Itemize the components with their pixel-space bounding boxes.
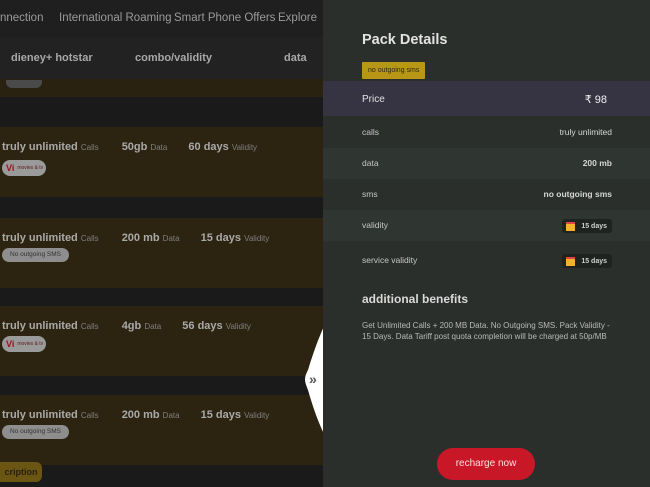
price-value: ₹ 98 [584, 94, 607, 106]
recharge-now-button[interactable]: recharge now [437, 448, 535, 480]
plan-summary: truly unlimited Calls 200 mb Data 15 day… [2, 232, 269, 244]
no-sms-badge: No outgoing SMS [2, 425, 69, 439]
validity-chip: 15 days [562, 219, 612, 233]
plan-list-backdrop: nnection International Roaming Smart Pho… [0, 0, 323, 487]
plan-calls: truly unlimited [2, 409, 78, 421]
plan-data: 50gb [121, 141, 148, 153]
nav-item-explore[interactable]: Explore [278, 12, 317, 24]
calendar-icon [566, 221, 576, 231]
detail-label: data [362, 158, 379, 168]
plan-calls: truly unlimited [2, 232, 78, 244]
calls-suffix: Calls [80, 322, 99, 331]
ott-badge-text: movies & tv [17, 164, 44, 171]
data-suffix: Data [144, 322, 162, 331]
detail-label: calls [362, 127, 380, 137]
calls-suffix: Calls [80, 411, 99, 420]
ott-badge: Vi movies & tv [2, 160, 46, 176]
plan-data: 4gb [121, 320, 142, 332]
data-suffix: Data [150, 143, 168, 152]
no-outgoing-sms-tag: no outgoing sms [362, 62, 426, 79]
plan-data: 200 mb [121, 232, 160, 244]
plan-summary: truly unlimited Calls 200 mb Data 15 day… [2, 409, 269, 421]
filter-tab-hotstar[interactable]: dieney+ hotstar [11, 52, 93, 64]
filter-tab-data[interactable]: data [284, 52, 307, 64]
detail-row-validity: validity 15 days [323, 210, 650, 241]
badge-partial [6, 80, 42, 88]
pack-details-panel: Pack Details no outgoing sms Price ₹ 98 … [323, 0, 650, 487]
plan-card[interactable]: truly unlimited Calls 4gb Data 56 days V… [0, 306, 323, 376]
calendar-icon [566, 256, 576, 266]
price-label: Price [362, 94, 385, 105]
plan-card[interactable]: truly unlimited Calls 200 mb Data 15 day… [0, 395, 323, 465]
vi-logo: Vi [6, 339, 15, 349]
plan-validity: 15 days [200, 409, 242, 421]
validity-suffix: Validity [225, 322, 251, 331]
no-sms-badge: No outgoing SMS [2, 248, 69, 262]
plan-summary: truly unlimited Calls 50gb Data 60 days … [2, 141, 257, 153]
chevron-right-icon[interactable]: » [309, 371, 317, 387]
filter-tab-combo-validity[interactable]: combo/validity [135, 52, 212, 64]
plan-validity: 15 days [200, 232, 242, 244]
data-suffix: Data [162, 234, 180, 243]
plan-data: 200 mb [121, 409, 160, 421]
validity-suffix: Validity [244, 411, 270, 420]
subscription-chip[interactable]: cription [0, 462, 42, 482]
plan-validity: 56 days [182, 320, 223, 332]
detail-value: 200 mb [582, 158, 612, 168]
additional-benefits-text: Get Unlimited Calls + 200 MB Data. No Ou… [362, 321, 610, 341]
calls-suffix: Calls [80, 234, 99, 243]
price-row: Price ₹ 98 [323, 81, 650, 116]
plan-validity: 60 days [188, 141, 229, 153]
plan-card[interactable]: truly unlimited Calls 200 mb Data 15 day… [0, 218, 323, 288]
nav-item-smart-phone-offers[interactable]: Smart Phone Offers [174, 12, 275, 24]
detail-label: validity [362, 220, 388, 230]
service-validity-chip: 15 days [562, 254, 612, 268]
plan-calls: truly unlimited [2, 141, 78, 153]
detail-row-service-validity: service validity 15 days [323, 245, 650, 276]
additional-benefits-title: additional benefits [362, 292, 469, 306]
plan-calls: truly unlimited [2, 320, 78, 332]
detail-label: service validity [362, 255, 418, 265]
nav-item-connection[interactable]: nnection [0, 12, 43, 24]
detail-row-calls: calls truly unlimited [323, 117, 650, 148]
filter-tabs: dieney+ hotstar combo/validity data [0, 37, 323, 79]
data-suffix: Data [162, 411, 180, 420]
plan-card[interactable]: truly unlimited Calls 50gb Data 60 days … [0, 127, 323, 197]
plan-card-partial [0, 79, 323, 97]
detail-row-data: data 200 mb [323, 148, 650, 179]
service-validity-value: 15 days [581, 257, 607, 265]
nav-item-international-roaming[interactable]: International Roaming [59, 12, 172, 24]
panel-title: Pack Details [362, 32, 448, 48]
detail-value: no outgoing sms [543, 189, 612, 199]
detail-label: sms [362, 189, 378, 199]
calls-suffix: Calls [80, 143, 99, 152]
detail-value: truly unlimited [559, 127, 612, 137]
validity-value: 15 days [581, 222, 607, 230]
plan-summary: truly unlimited Calls 4gb Data 56 days V… [2, 320, 251, 332]
ott-badge-text: movies & tv [17, 340, 44, 347]
detail-row-sms: sms no outgoing sms [323, 179, 650, 210]
top-nav: nnection International Roaming Smart Pho… [0, 0, 323, 37]
ott-badge: Vi movies & tv [2, 336, 46, 352]
vi-logo: Vi [6, 163, 15, 173]
validity-suffix: Validity [244, 234, 270, 243]
validity-suffix: Validity [231, 143, 258, 152]
